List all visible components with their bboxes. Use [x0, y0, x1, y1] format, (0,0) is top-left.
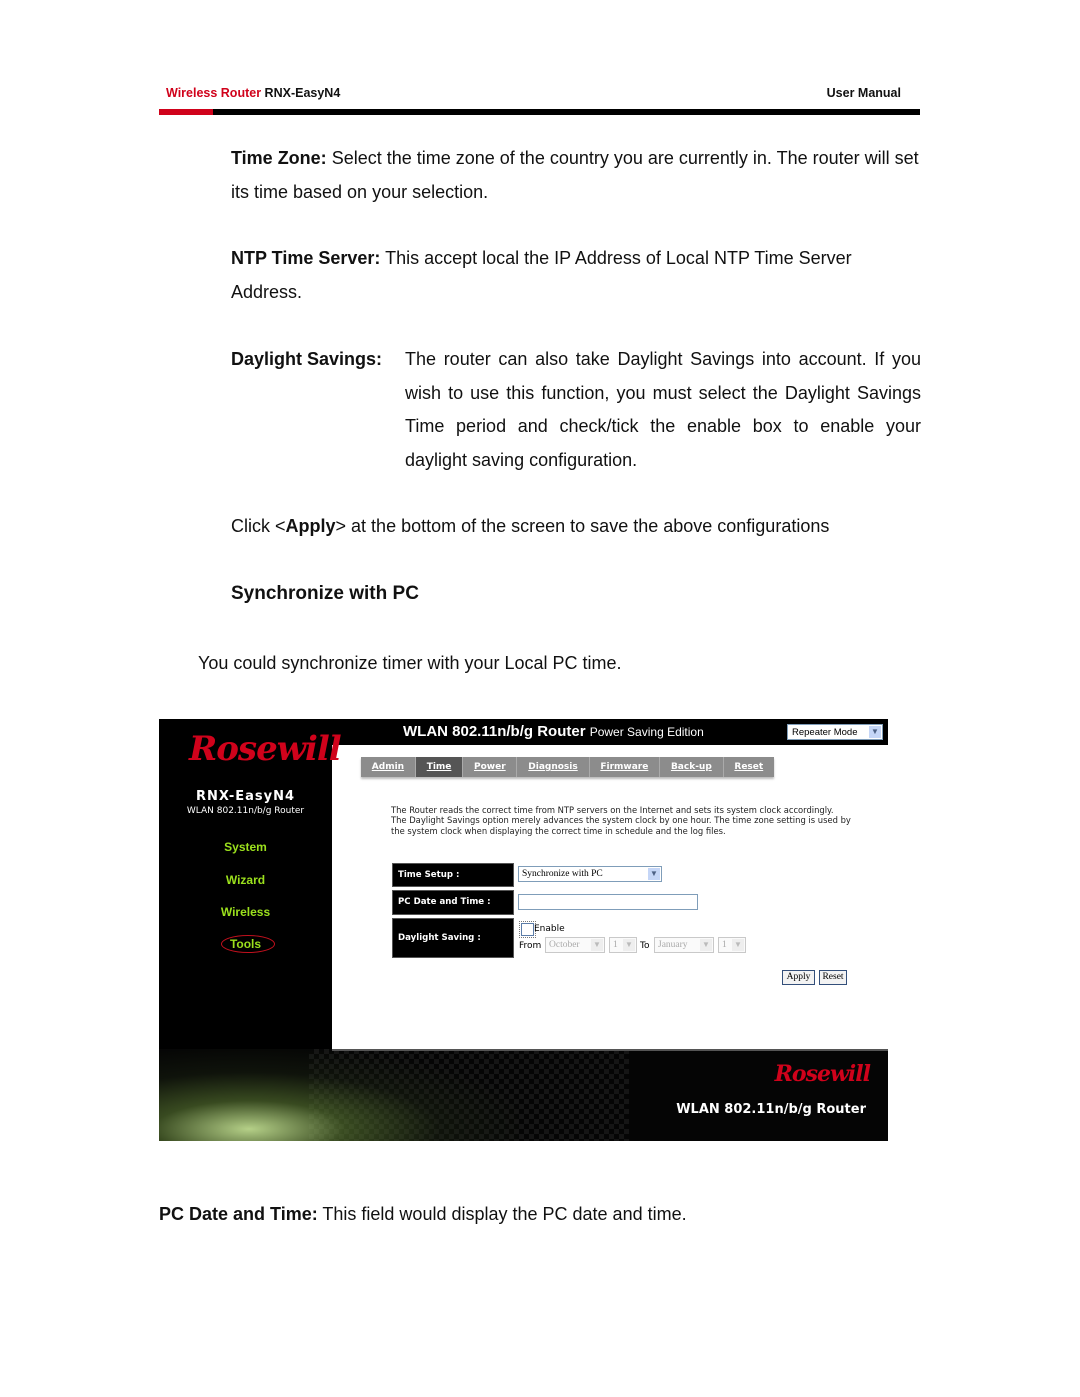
- banner-glow: [159, 1049, 519, 1141]
- mode-select-value: Repeater Mode: [792, 727, 858, 738]
- daylight-enable-checkbox[interactable]: [519, 921, 536, 938]
- tab-admin[interactable]: Admin: [361, 757, 415, 777]
- router-title: WLAN 802.11n/b/g Router Power Saving Edi…: [403, 723, 704, 740]
- pc-date-input[interactable]: [518, 894, 698, 910]
- apply-button[interactable]: Apply: [782, 970, 815, 985]
- from-day-select[interactable]: 1 ▼: [609, 937, 637, 953]
- to-day-select[interactable]: 1 ▼: [718, 937, 746, 953]
- header-rule-accent: [159, 109, 213, 115]
- router-title-main: WLAN 802.11n/b/g Router: [403, 723, 586, 740]
- daylight-saving-label: Daylight Saving :: [392, 918, 514, 958]
- term-time-zone: Time Zone:: [231, 148, 327, 168]
- pc-date-label: PC Date and Time :: [392, 890, 514, 915]
- from-day-value: 1: [613, 940, 618, 950]
- apply-note: Click <Apply> at the bottom of the scree…: [231, 510, 921, 544]
- to-label: To: [640, 941, 650, 951]
- footer-title: WLAN 802.11n/b/g Router: [676, 1102, 866, 1117]
- section-intro: You could synchronize timer with your Lo…: [198, 653, 622, 673]
- footer-divider: [332, 1049, 888, 1051]
- router-model: RNX-EasyN4: [195, 789, 296, 804]
- chevron-down-icon: ▼: [648, 868, 660, 880]
- definition-ntp-server: NTP Time Server: This accept local the I…: [231, 242, 921, 309]
- header-doc-type: User Manual: [826, 86, 901, 100]
- chevron-down-icon: ▼: [623, 939, 635, 951]
- apply-note-before: Click <: [231, 516, 286, 536]
- page-header-product: Wireless Router RNX-EasyN4: [166, 86, 340, 100]
- term-daylight-savings-text: Daylight Savings:: [231, 349, 383, 369]
- nav-item-system[interactable]: System: [159, 840, 332, 854]
- tab-diagnosis[interactable]: Diagnosis: [516, 757, 588, 777]
- apply-note-bold: Apply: [285, 516, 336, 536]
- term-daylight-savings: Daylight Savings:: [231, 343, 405, 377]
- header-product-prefix: Wireless Router: [166, 86, 262, 100]
- from-month-select[interactable]: October ▼: [545, 937, 605, 953]
- to-month-select[interactable]: January ▼: [654, 937, 714, 953]
- footer-rosewill-logo: Rosewill: [774, 1061, 871, 1087]
- mode-select[interactable]: Repeater Mode ▼: [787, 724, 883, 740]
- nav-item-wizard[interactable]: Wizard: [159, 873, 332, 887]
- desc-daylight-savings: The router can also take Daylight Saving…: [405, 349, 921, 470]
- to-month-value: January: [658, 940, 688, 950]
- time-setup-value: Synchronize with PC: [522, 869, 603, 879]
- router-footer-banner: Rosewill WLAN 802.11n/b/g Router: [159, 1049, 888, 1141]
- term-pc-date: PC Date and Time:: [159, 1204, 318, 1224]
- tab-firmware[interactable]: Firmware: [588, 757, 660, 777]
- router-tabs: Admin Time Power Diagnosis Firmware Back…: [361, 757, 774, 777]
- router-model-sub: WLAN 802.11n/b/g Router: [186, 806, 305, 816]
- highlight-ellipse: [221, 935, 275, 953]
- to-day-value: 1: [722, 940, 727, 950]
- rosewill-logo: Rosewill: [189, 729, 342, 769]
- tab-power[interactable]: Power: [462, 757, 516, 777]
- time-setup-label: Time Setup :: [392, 863, 514, 887]
- tab-time[interactable]: Time: [414, 757, 463, 777]
- chevron-down-icon: ▼: [732, 939, 744, 951]
- time-description: The Router reads the correct time from N…: [391, 805, 851, 836]
- term-ntp-server: NTP Time Server:: [231, 248, 381, 268]
- chevron-down-icon: ▼: [869, 726, 881, 738]
- time-setup-select[interactable]: Synchronize with PC ▼: [518, 866, 662, 882]
- section-title: Synchronize with PC: [231, 583, 419, 604]
- router-sidebar: Rosewill RNX-EasyN4 WLAN 802.11n/b/g Rou…: [159, 719, 342, 1049]
- apply-note-after: > at the bottom of the screen to save th…: [335, 516, 830, 536]
- from-month-value: October: [549, 940, 580, 950]
- enable-label: Enable: [534, 924, 565, 934]
- router-ui-screenshot: WLAN 802.11n/b/g Router Power Saving Edi…: [159, 719, 888, 1141]
- definition-pc-date: PC Date and Time: This field would displ…: [159, 1198, 919, 1232]
- header-rule: [159, 109, 920, 115]
- nav-item-wireless[interactable]: Wireless: [159, 905, 332, 919]
- reset-button[interactable]: Reset: [819, 970, 847, 985]
- chevron-down-icon: ▼: [591, 939, 603, 951]
- tab-reset[interactable]: Reset: [722, 757, 774, 777]
- desc-time-zone: Select the time zone of the country you …: [231, 148, 919, 202]
- tab-backup[interactable]: Back-up: [659, 757, 722, 777]
- from-label: From: [519, 941, 542, 951]
- router-title-sub: Power Saving Edition: [589, 725, 704, 739]
- definition-time-zone: Time Zone: Select the time zone of the c…: [231, 142, 921, 209]
- header-product-model: RNX-EasyN4: [264, 86, 341, 100]
- desc-pc-date: This field would display the PC date and…: [322, 1204, 687, 1224]
- chevron-down-icon: ▼: [700, 939, 712, 951]
